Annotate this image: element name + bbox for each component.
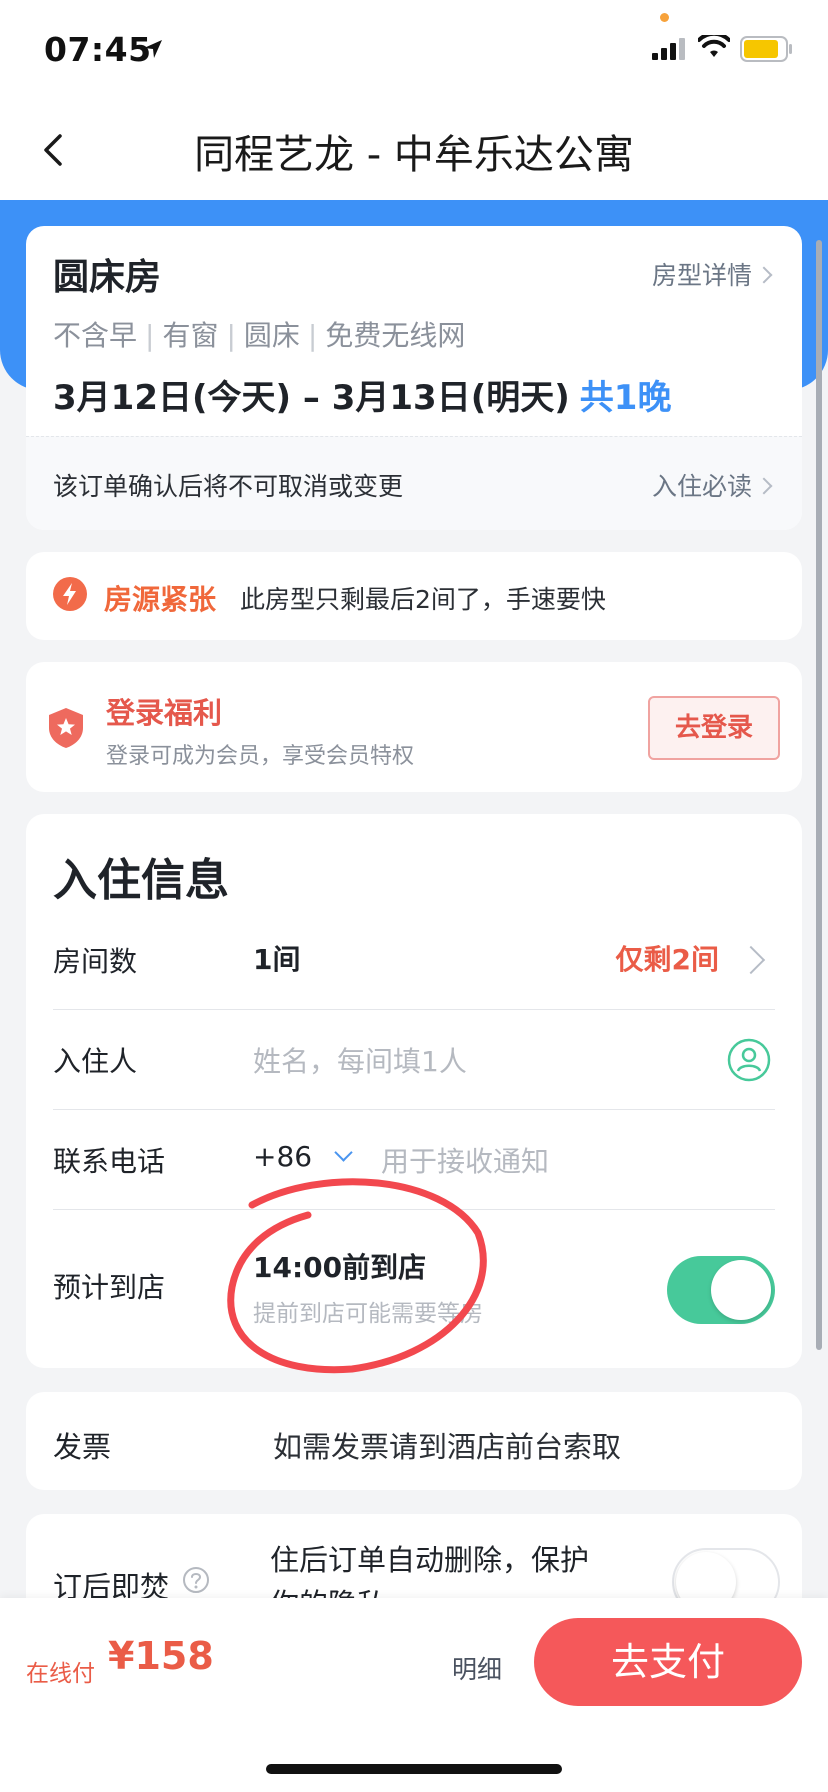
guest-name-input[interactable]: 姓名，每间填1人	[253, 1040, 467, 1080]
country-code-selector[interactable]: +86	[253, 1140, 312, 1173]
privacy-indicator-dot	[660, 13, 669, 22]
arrival-label: 预计到店	[53, 1271, 166, 1304]
shield-star-icon	[49, 708, 83, 748]
chevron-right-icon	[755, 477, 773, 495]
invoice-label: 发票	[53, 1430, 112, 1464]
login-subtitle: 登录可成为会员，享受会员特权	[106, 744, 415, 769]
arrival-row: 预计到店 14:00前到店 提前到店可能需要等房	[53, 1210, 775, 1360]
page-title: 同程艺龙 - 中牟乐达公寓	[194, 132, 634, 178]
battery-icon	[740, 36, 792, 62]
room-count-label: 房间数	[53, 945, 138, 978]
room-tag: 免费无线网	[325, 319, 466, 352]
help-icon[interactable]	[182, 1566, 210, 1594]
phone-row: 联系电话 +86 用于接收通知	[53, 1110, 775, 1210]
contact-person-icon[interactable]	[727, 1038, 771, 1082]
notice-text: 该订单确认后将不可取消或变更	[53, 472, 404, 501]
room-name: 圆床房	[53, 257, 162, 298]
invoice-value: 如需发票请到酒店前台索取	[273, 1430, 622, 1464]
room-tag: 有窗	[162, 319, 219, 352]
cellular-signal-icon	[652, 38, 685, 60]
room-tag: 不含早	[53, 319, 138, 352]
wifi-icon	[698, 35, 730, 57]
stay-dates: 3月12日(今天) – 3月13日(明天) 共1晚	[53, 370, 671, 419]
chevron-right-icon	[736, 945, 766, 975]
chevron-down-icon	[334, 1143, 353, 1162]
payment-bar: 在线付 ¥158 明细 去支付	[0, 1598, 828, 1792]
lightning-icon	[53, 577, 87, 611]
checkin-info-card: 入住信息 房间数 1间 仅剩2间 入住人 姓名，每间填1人 联系电话 +86 用…	[26, 814, 802, 1368]
price-detail-link[interactable]: 明细	[452, 1650, 502, 1686]
rooms-remaining: 仅剩2间	[615, 943, 719, 976]
section-title: 入住信息	[53, 855, 229, 906]
phone-input[interactable]: 用于接收通知	[381, 1140, 549, 1180]
toggle-knob	[711, 1260, 771, 1320]
status-time: 07:45	[44, 30, 152, 69]
date-range: 3月12日(今天) – 3月13日(明天)	[53, 378, 570, 418]
login-title: 登录福利	[106, 696, 223, 730]
room-detail-label: 房型详情	[651, 261, 752, 290]
nights-count: 共1晚	[579, 378, 672, 418]
nav-bar: 同程艺龙 - 中牟乐达公寓	[0, 100, 828, 200]
arrival-time[interactable]: 14:00前到店	[253, 1246, 426, 1286]
scarcity-text: 此房型只剩最后2间了，手速要快	[240, 585, 606, 614]
room-count-row[interactable]: 房间数 1间 仅剩2间	[53, 910, 775, 1010]
status-bar: 07:45	[0, 0, 828, 100]
guest-row: 入住人 姓名，每间填1人	[53, 1010, 775, 1110]
arrival-note: 提前到店可能需要等房	[253, 1301, 483, 1327]
total-price: ¥158	[108, 1634, 214, 1678]
guest-label: 入住人	[53, 1045, 138, 1078]
chevron-right-icon	[755, 266, 773, 284]
room-summary-card: 圆床房 房型详情 不含早 | 有窗 | 圆床 | 免费无线网 3月12日(今天) – 3月1…	[26, 226, 802, 530]
checkin-rules-label: 入住必读	[651, 472, 752, 501]
payment-type: 在线付	[26, 1661, 95, 1687]
login-button[interactable]: 去登录	[648, 696, 780, 760]
scarcity-banner: 房源紧张 此房型只剩最后2间了，手速要快	[26, 552, 802, 640]
room-detail-link[interactable]: 房型详情	[651, 256, 773, 292]
invoice-card: 发票 如需发票请到酒店前台索取	[26, 1392, 802, 1490]
pay-button[interactable]: 去支付	[534, 1618, 802, 1706]
scarcity-title: 房源紧张	[104, 583, 217, 616]
location-arrow-icon	[144, 40, 162, 58]
scrollbar[interactable]	[816, 240, 822, 1350]
checkin-rules-link[interactable]: 入住必读	[651, 467, 773, 503]
arrival-toggle[interactable]	[667, 1256, 775, 1324]
phone-label: 联系电话	[53, 1145, 166, 1178]
room-tags: 不含早 | 有窗 | 圆床 | 免费无线网	[53, 319, 466, 352]
room-count-value: 1间	[253, 943, 301, 976]
room-tag: 圆床	[243, 319, 300, 352]
cancellation-notice: 该订单确认后将不可取消或变更 入住必读	[26, 436, 802, 530]
login-benefit-card: 登录福利 登录可成为会员，享受会员特权 去登录	[26, 662, 802, 792]
home-indicator	[266, 1764, 562, 1774]
